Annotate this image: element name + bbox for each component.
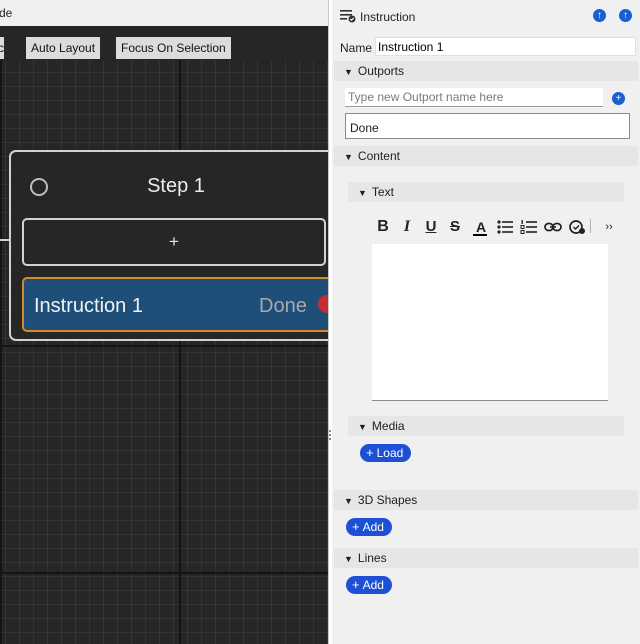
plus-icon: + — [352, 577, 360, 592]
outports-section-header[interactable]: ▼ Outports — [334, 61, 638, 81]
lines-section-header[interactable]: ▼ Lines — [334, 548, 638, 568]
inspector-panel: Instruction ↑ ↑ Name ▼ Outports + Done ▼ C… — [332, 0, 640, 644]
name-label: Name — [340, 41, 373, 55]
add-label: Add — [362, 578, 384, 592]
outport-connector[interactable] — [318, 295, 328, 313]
bullet-list-icon[interactable] — [496, 217, 514, 237]
load-label: Load — [376, 446, 404, 460]
step-node[interactable]: Step 1 + Instruction 1 Done — [9, 150, 328, 341]
focus-on-selection-button[interactable]: Focus On Selection — [116, 37, 231, 59]
inspector-header: Instruction ↑ ↑ — [332, 0, 640, 32]
new-outport-input[interactable] — [345, 88, 603, 107]
step-select-radio[interactable] — [30, 178, 48, 196]
3d-shapes-header-label: 3D Shapes — [357, 493, 418, 507]
add-line-button[interactable]: + Add — [346, 576, 392, 594]
inspector-title: Instruction — [360, 10, 416, 24]
strikethrough-icon[interactable]: S — [446, 217, 464, 237]
toolbar-button-partial[interactable]: c — [0, 37, 4, 59]
triangle-down-icon: ▼ — [344, 554, 353, 564]
add-label: Add — [362, 520, 384, 534]
instruction-block[interactable]: Instruction 1 Done — [22, 277, 328, 332]
plus-icon: + — [169, 232, 179, 251]
arrow-top-icon[interactable]: ↑ — [619, 9, 632, 22]
add-instruction-button[interactable]: + — [22, 218, 326, 266]
media-section-header[interactable]: ▼ Media — [348, 416, 624, 436]
toolbar-divider — [590, 219, 591, 233]
3d-shapes-section-header[interactable]: ▼ 3D Shapes — [334, 490, 638, 510]
triangle-down-icon: ▼ — [344, 67, 353, 77]
add-3d-shape-button[interactable]: + Add — [346, 518, 392, 536]
load-media-button[interactable]: + Load — [360, 444, 412, 462]
triangle-down-icon: ▼ — [344, 496, 353, 506]
outport-list: Done — [345, 113, 630, 139]
more-icon[interactable]: ›› — [600, 217, 618, 237]
link-icon[interactable] — [544, 217, 562, 237]
canvas-toolbar: c Auto Layout Focus On Selection — [0, 26, 328, 60]
graph-canvas[interactable]: de c Auto Layout Focus On Selection Step… — [0, 0, 328, 644]
font-color-swatch — [473, 234, 487, 236]
rich-text-toolbar: B I U S A ›› — [374, 217, 614, 237]
text-editor[interactable] — [372, 244, 608, 401]
outports-header-label: Outports — [357, 64, 404, 78]
content-header-label: Content — [357, 149, 400, 163]
triangle-down-icon: ▼ — [344, 152, 353, 162]
bold-icon[interactable]: B — [374, 217, 392, 237]
arrow-up-icon[interactable]: ↑ — [593, 9, 606, 22]
text-section-header[interactable]: ▼ Text — [348, 182, 624, 202]
instruction-list-icon — [340, 10, 356, 23]
media-header-label: Media — [371, 419, 405, 433]
instruction-outport-label: Done — [259, 295, 307, 317]
plus-icon: + — [366, 445, 374, 460]
instruction-title: Instruction 1 — [34, 295, 143, 317]
canvas-title: de — [0, 6, 13, 20]
plus-icon: + — [352, 519, 360, 534]
list-item[interactable]: Done — [350, 121, 379, 135]
italic-icon[interactable]: I — [398, 217, 416, 237]
add-outport-icon[interactable]: + — [612, 92, 625, 105]
name-input[interactable] — [375, 37, 636, 56]
auto-layout-button[interactable]: Auto Layout — [26, 37, 101, 59]
triangle-down-icon: ▼ — [358, 422, 367, 432]
numbered-list-icon[interactable] — [520, 217, 538, 237]
step-title: Step 1 — [147, 175, 205, 197]
triangle-down-icon: ▼ — [358, 188, 367, 198]
canvas-title-bar: de — [0, 0, 328, 26]
content-section-header[interactable]: ▼ Content — [334, 146, 638, 166]
insert-special-icon[interactable] — [568, 217, 586, 237]
lines-header-label: Lines — [357, 551, 387, 565]
underline-icon[interactable]: U — [422, 217, 440, 237]
text-header-label: Text — [371, 185, 394, 199]
